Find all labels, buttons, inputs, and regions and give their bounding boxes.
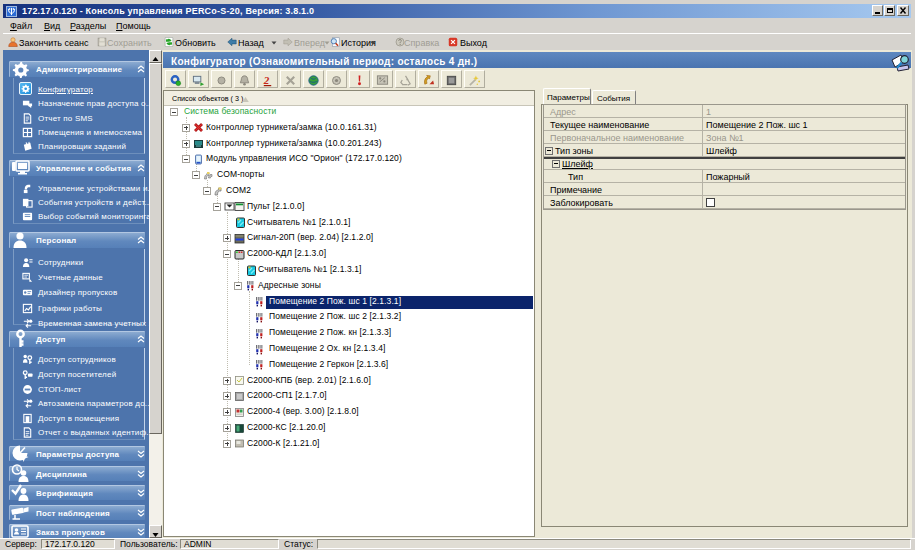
svg-text:2: 2 <box>263 74 270 86</box>
